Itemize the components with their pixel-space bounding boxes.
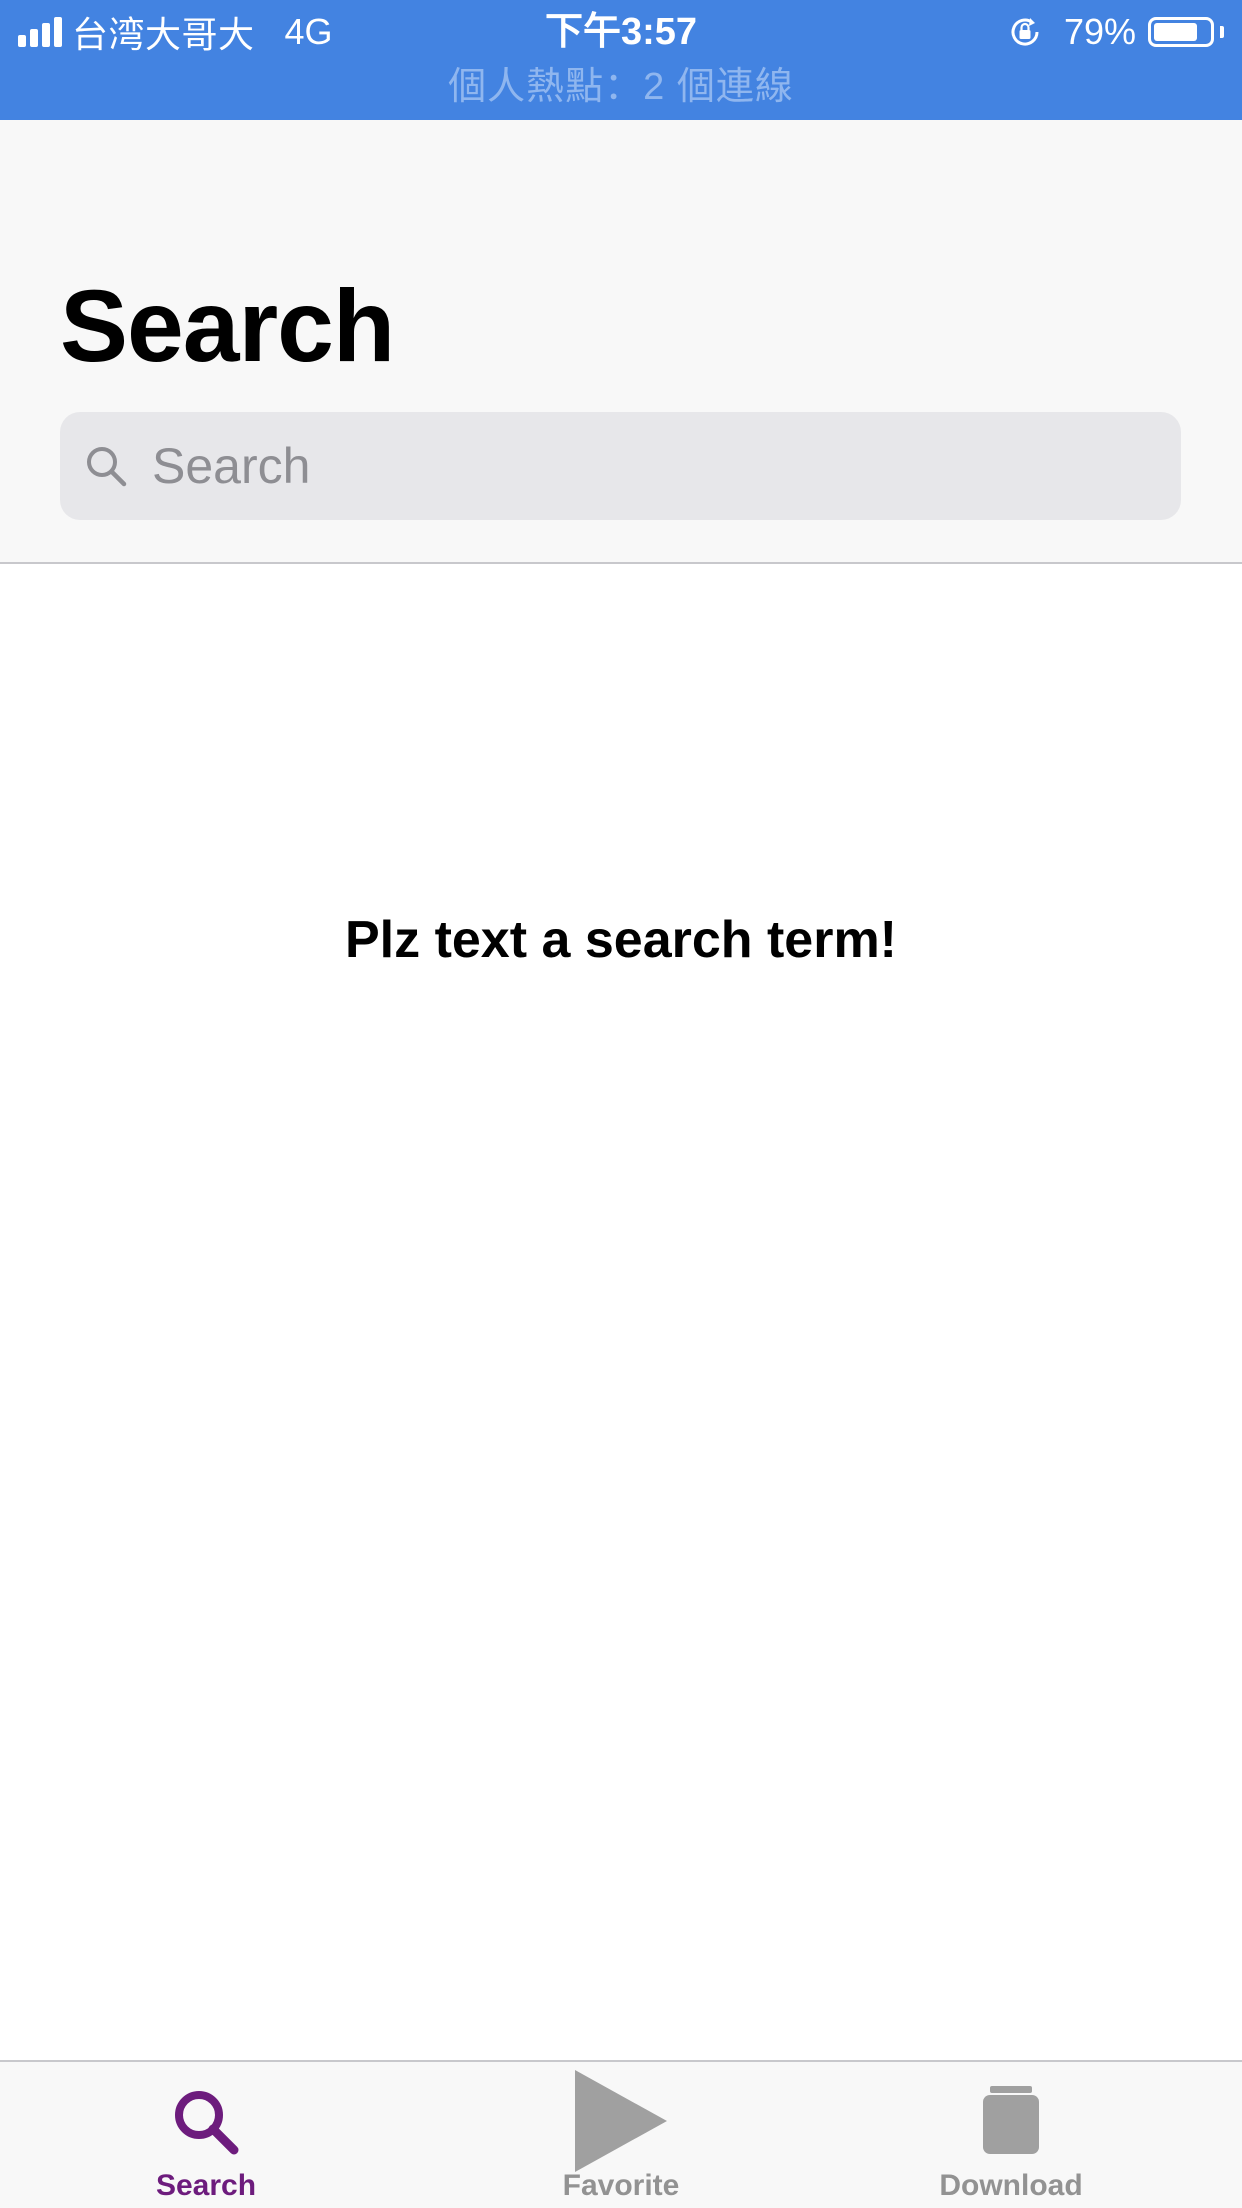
tab-download[interactable]: Download xyxy=(828,2062,1242,2208)
status-bar: 台湾大哥大 4G 下午3:57 79% 個人熱點：2 個連線 xyxy=(0,0,1242,120)
status-right: 79% xyxy=(1008,8,1224,56)
tab-label: Search xyxy=(155,2169,257,2202)
battery-level-fill xyxy=(1154,23,1197,41)
magnifying-glass-icon xyxy=(175,2091,239,2155)
battery-icon xyxy=(1148,17,1214,47)
tab-bar: Search Favorite Download xyxy=(0,2060,1242,2208)
tab-label: Favorite xyxy=(562,2169,680,2202)
search-field[interactable] xyxy=(60,412,1181,520)
tab-label: Download xyxy=(939,2169,1083,2202)
jar-icon xyxy=(983,2086,1039,2154)
tab-favorite[interactable]: Favorite xyxy=(414,2062,828,2208)
play-triangle-icon xyxy=(575,2070,667,2172)
battery-percentage: 79% xyxy=(1063,11,1136,52)
search-icon xyxy=(87,447,127,487)
personal-hotspot-banner[interactable]: 個人熱點：2 個連線 xyxy=(0,62,1242,112)
tab-search[interactable]: Search xyxy=(0,2062,414,2208)
screen: 台湾大哥大 4G 下午3:57 79% 個人熱點：2 個連線 Search Se… xyxy=(0,0,1242,2208)
orientation-lock-icon xyxy=(1011,18,1039,46)
search-input[interactable] xyxy=(152,437,1112,495)
page-title-large: Search xyxy=(60,269,395,383)
empty-state-message: Plz text a search term! xyxy=(344,911,898,969)
battery-tip xyxy=(1220,26,1224,38)
